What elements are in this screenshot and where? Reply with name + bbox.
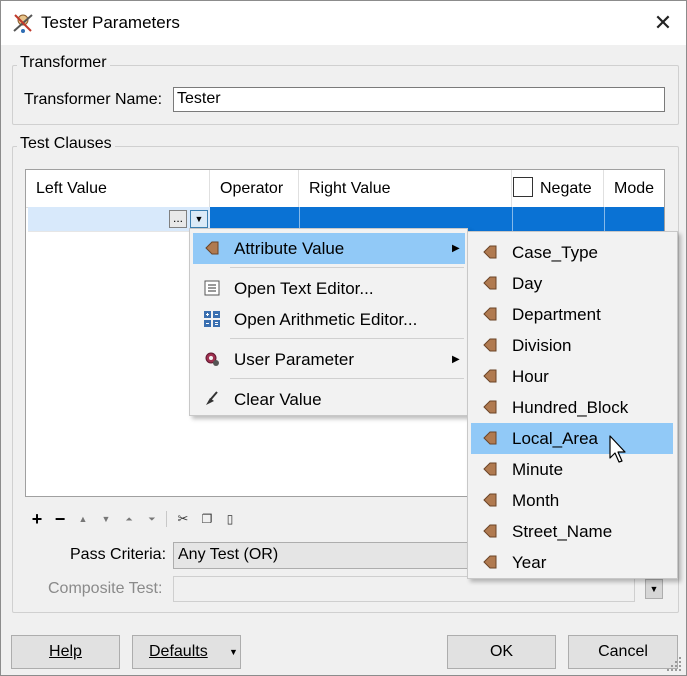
- test-clauses-legend: Test Clauses: [17, 135, 115, 153]
- resize-grip-icon[interactable]: [665, 655, 683, 673]
- attribute-item-label: Minute: [512, 460, 564, 479]
- composite-test-label: Composite Test:: [48, 580, 163, 597]
- value-dropdown-button[interactable]: ▼: [190, 210, 208, 228]
- attribute-icon: [483, 400, 497, 414]
- attribute-icon: [205, 241, 219, 255]
- attribute-item-day[interactable]: Day: [471, 268, 673, 299]
- attribute-icon: [483, 524, 497, 538]
- defaults-dropdown-icon[interactable]: ▼: [229, 636, 238, 668]
- attribute-item-label: Year: [512, 553, 547, 572]
- column-header-operator[interactable]: Operator: [210, 170, 299, 207]
- menu-item-label: Clear Value: [234, 390, 322, 409]
- paste-icon[interactable]: ▯: [220, 509, 240, 529]
- menu-item-clear-value[interactable]: Clear Value: [193, 384, 465, 415]
- attribute-item-case-type[interactable]: Case_Type: [471, 237, 673, 268]
- column-header-mode[interactable]: Mode: [604, 170, 664, 207]
- attribute-icon: [483, 493, 497, 507]
- transformer-group-legend: Transformer: [17, 54, 110, 72]
- composite-test-dropdown-icon[interactable]: ▼: [645, 579, 663, 599]
- attribute-icon: [483, 245, 497, 259]
- transformer-name-input[interactable]: Tester: [173, 87, 665, 112]
- copy-icon[interactable]: ❐: [197, 509, 217, 529]
- help-label: Help: [49, 643, 82, 660]
- attribute-item-month[interactable]: Month: [471, 485, 673, 516]
- app-icon: [13, 14, 33, 33]
- attribute-item-label: Case_Type: [512, 243, 598, 262]
- attribute-submenu: Case_Type Day Department Division Hour Hundre…: [467, 231, 678, 579]
- attribute-icon: [483, 462, 497, 476]
- pass-criteria-select[interactable]: Any Test (OR): [173, 542, 473, 569]
- attribute-icon: [483, 555, 497, 569]
- ellipsis-button[interactable]: ...: [169, 210, 187, 228]
- menu-item-label: User Parameter: [234, 350, 354, 369]
- attribute-item-division[interactable]: Division: [471, 330, 673, 361]
- negate-checkbox[interactable]: [513, 177, 533, 197]
- attribute-item-label: Day: [512, 274, 543, 293]
- attribute-item-label: Local_Area: [512, 429, 599, 448]
- attribute-item-minute[interactable]: Minute: [471, 454, 673, 485]
- column-header-left-value[interactable]: Left Value: [26, 170, 210, 207]
- move-down-icon[interactable]: ▼: [96, 509, 116, 529]
- attribute-item-label: Hour: [512, 367, 549, 386]
- broom-icon: [206, 391, 218, 405]
- user-parameter-icon: [205, 352, 219, 366]
- window-title: Tester Parameters: [41, 13, 180, 32]
- attribute-item-hour[interactable]: Hour: [471, 361, 673, 392]
- remove-clause-icon[interactable]: −: [50, 509, 70, 529]
- pass-criteria-label: Pass Criteria:: [70, 546, 167, 563]
- attribute-item-local-area[interactable]: Local_Area: [471, 423, 673, 454]
- menu-item-label: Attribute Value: [234, 239, 345, 258]
- attribute-item-label: Street_Name: [512, 522, 613, 541]
- text-editor-icon: [204, 280, 220, 296]
- attribute-item-year[interactable]: Year: [471, 547, 673, 578]
- mouse-cursor-icon: [609, 435, 626, 463]
- cut-icon[interactable]: ✂: [173, 509, 193, 529]
- attribute-icon: [483, 369, 497, 383]
- submenu-arrow-icon: ▶: [452, 354, 460, 365]
- attribute-icon: [483, 431, 497, 445]
- composite-test-input[interactable]: [173, 576, 635, 602]
- negate-label: Negate: [540, 180, 592, 197]
- submenu-arrow-icon: ▶: [452, 243, 460, 254]
- title-bar: Tester Parameters ✕: [1, 1, 686, 45]
- attribute-item-department[interactable]: Department: [471, 299, 673, 330]
- menu-item-user-parameter[interactable]: User Parameter ▶: [193, 344, 465, 375]
- move-top-icon[interactable]: ⏶: [119, 509, 139, 529]
- menu-item-open-text-editor[interactable]: Open Text Editor...: [193, 273, 465, 304]
- move-up-icon[interactable]: ▲: [73, 509, 93, 529]
- move-bottom-icon[interactable]: ⏷: [142, 509, 162, 529]
- defaults-label: Defaults: [149, 643, 208, 660]
- attribute-item-street-name[interactable]: Street_Name: [471, 516, 673, 547]
- attribute-item-label: Month: [512, 491, 560, 510]
- attribute-item-label: Hundred_Block: [512, 398, 629, 417]
- help-button[interactable]: Help: [11, 635, 120, 669]
- transformer-name-label: Transformer Name:: [24, 91, 163, 108]
- attribute-item-label: Division: [512, 336, 572, 355]
- close-icon[interactable]: ✕: [647, 7, 679, 39]
- menu-item-open-arithmetic-editor[interactable]: Open Arithmetic Editor...: [193, 304, 465, 335]
- attribute-icon: [483, 338, 497, 352]
- menu-item-label: Open Text Editor...: [234, 279, 374, 298]
- cancel-button[interactable]: Cancel: [568, 635, 678, 669]
- attribute-icon: [483, 307, 497, 321]
- attribute-item-hundred-block[interactable]: Hundred_Block: [471, 392, 673, 423]
- menu-item-label: Open Arithmetic Editor...: [234, 310, 418, 329]
- attribute-item-label: Department: [512, 305, 601, 324]
- arithmetic-editor-icon: [204, 311, 220, 327]
- attribute-icon: [483, 276, 497, 290]
- menu-item-attribute-value[interactable]: Attribute Value ▶: [193, 233, 465, 264]
- value-context-menu: Attribute Value ▶ Open Text Editor... Op…: [189, 228, 468, 416]
- column-header-right-value[interactable]: Right Value: [299, 170, 512, 207]
- add-clause-icon[interactable]: +: [27, 509, 47, 529]
- defaults-button[interactable]: Defaults ▼: [132, 635, 241, 669]
- ok-button[interactable]: OK: [447, 635, 556, 669]
